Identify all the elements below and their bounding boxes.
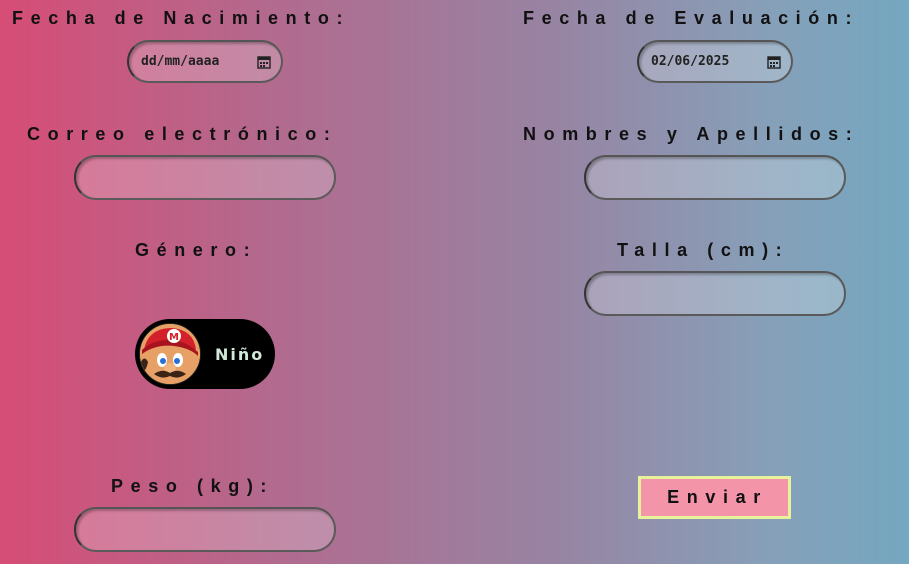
svg-text:M: M xyxy=(169,332,179,343)
birth-date-placeholder: dd/mm/aaaa xyxy=(141,54,220,69)
height-label: Talla (cm): xyxy=(617,240,790,260)
eval-date-input[interactable]: 02/06/2025 xyxy=(637,40,793,83)
submit-button[interactable]: Enviar xyxy=(638,476,791,519)
full-name-field[interactable] xyxy=(584,155,846,200)
eval-date-label: Fecha de Evaluación: xyxy=(523,8,860,28)
gender-toggle[interactable]: M Niño xyxy=(135,319,275,389)
email-field[interactable] xyxy=(74,155,336,200)
gender-label: Género: xyxy=(135,240,258,260)
calendar-icon[interactable] xyxy=(257,55,271,69)
weight-field[interactable] xyxy=(74,507,336,552)
full-name-label: Nombres y Apellidos: xyxy=(523,124,860,144)
calendar-icon[interactable] xyxy=(767,55,781,69)
eval-date-value: 02/06/2025 xyxy=(651,54,730,69)
email-label: Correo electrónico: xyxy=(27,124,338,144)
height-field[interactable] xyxy=(584,271,846,316)
mario-avatar-icon: M xyxy=(139,323,201,385)
weight-label: Peso (kg): xyxy=(111,476,275,496)
birth-date-label: Fecha de Nacimiento: xyxy=(12,8,351,28)
gender-toggle-text: Niño xyxy=(215,344,265,364)
birth-date-input[interactable]: dd/mm/aaaa xyxy=(127,40,283,83)
